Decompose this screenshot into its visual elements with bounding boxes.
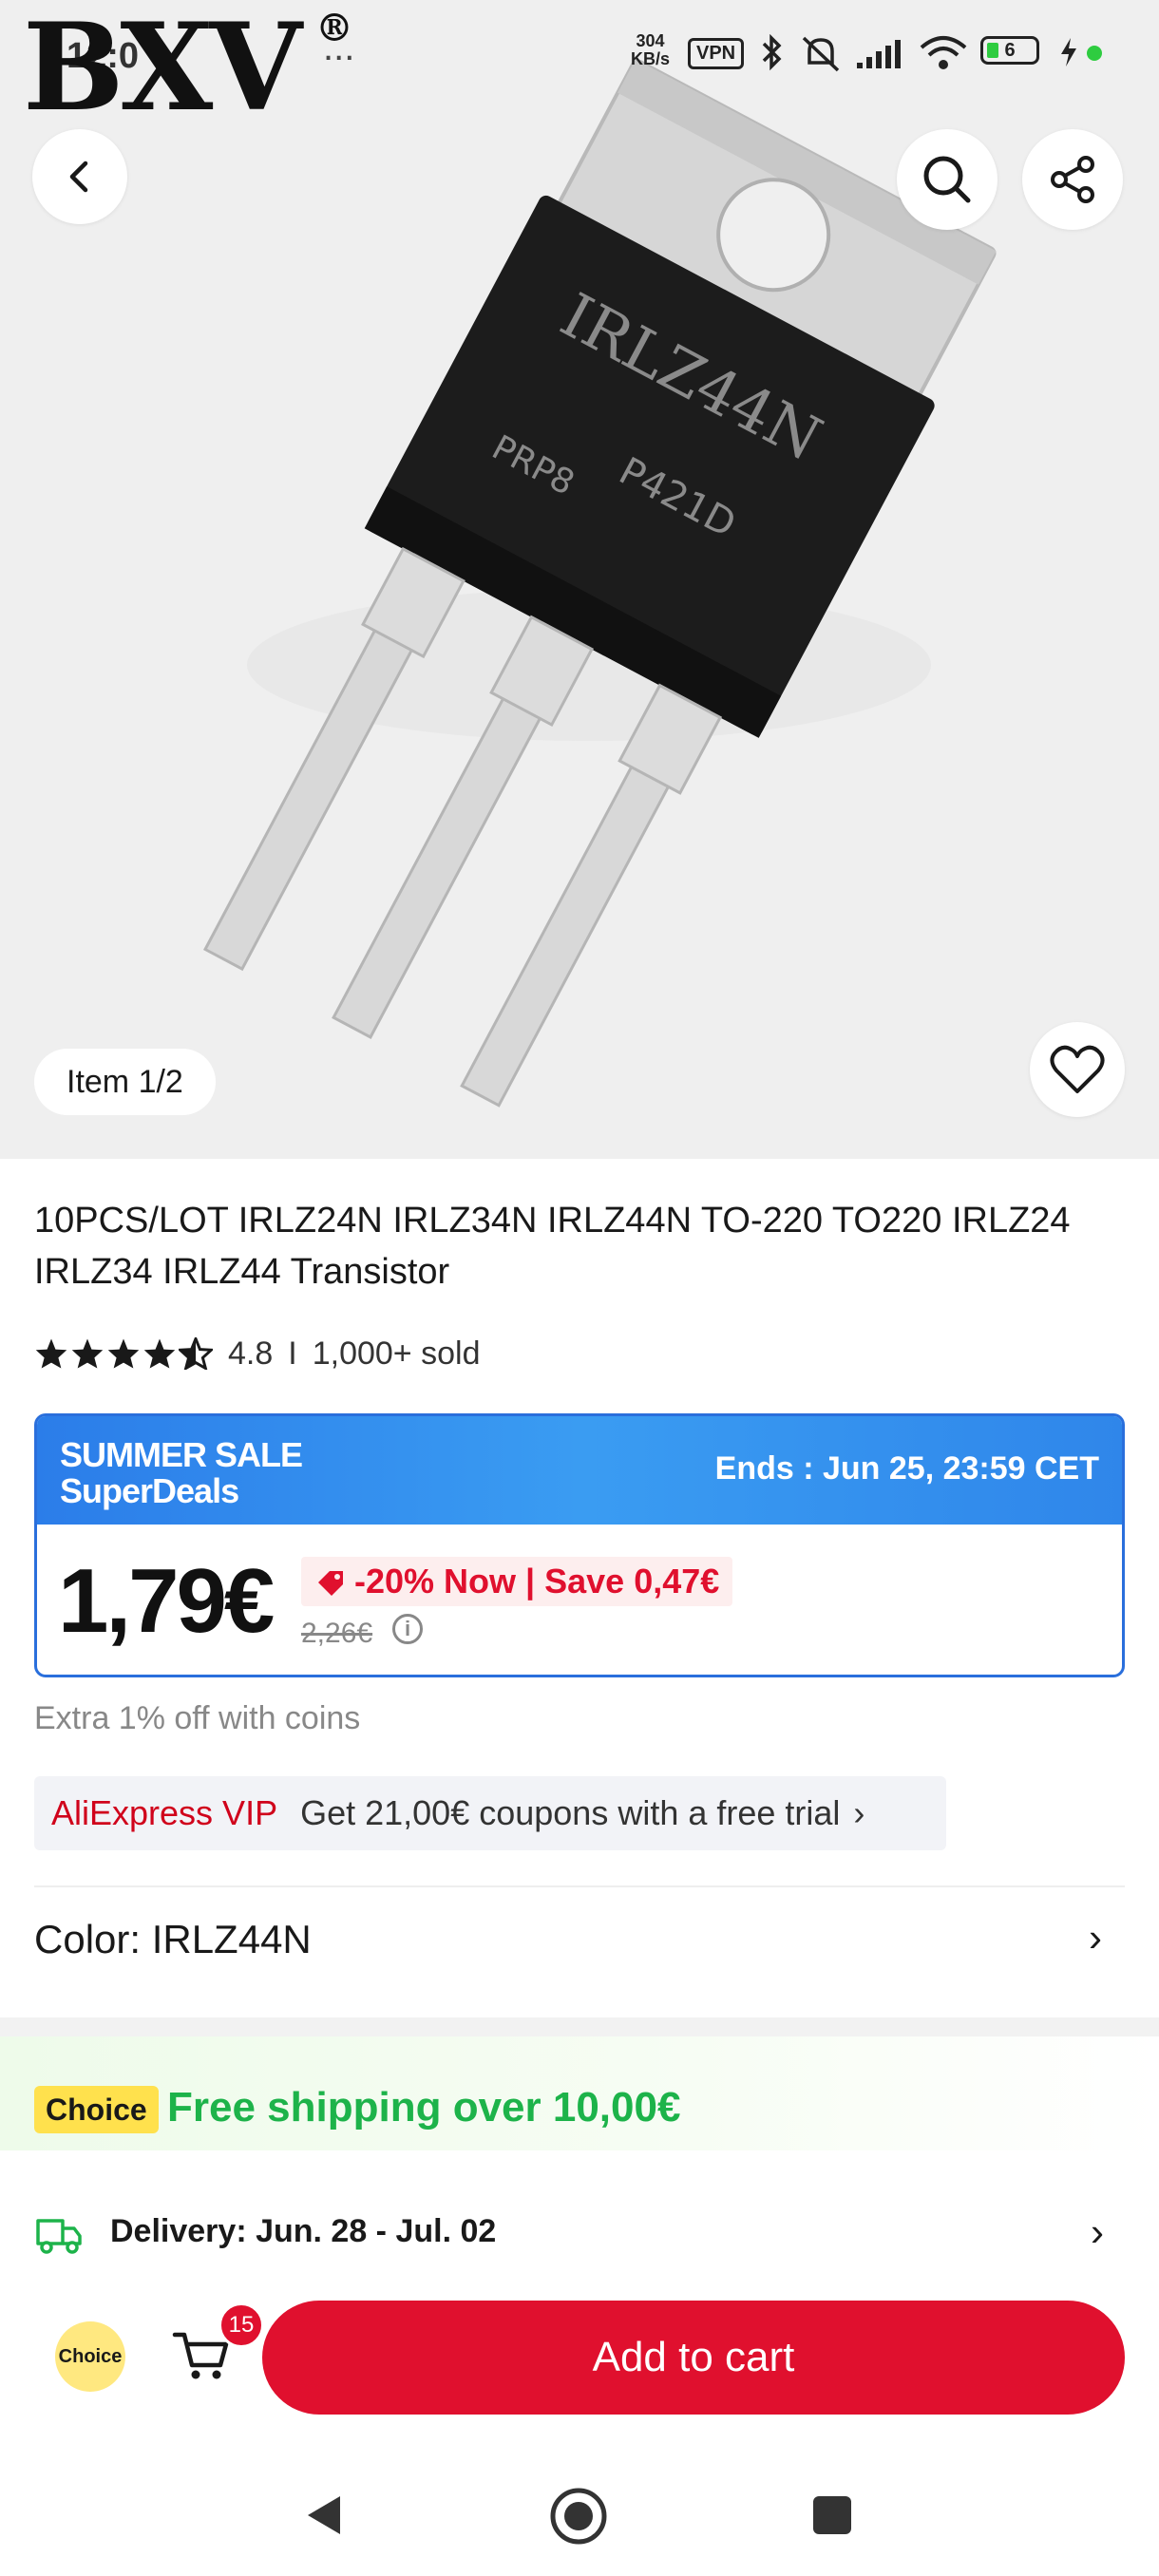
star-icon bbox=[107, 1338, 140, 1369]
nav-home-icon[interactable] bbox=[549, 2487, 608, 2546]
sale-subtitle: SuperDeals bbox=[60, 1471, 239, 1510]
color-selected-label: Color: IRLZ44N bbox=[34, 1917, 312, 1961]
color-selector-row[interactable]: Color: IRLZ44N › bbox=[0, 1896, 1159, 2010]
chevron-right-icon: › bbox=[1091, 2209, 1104, 2254]
section-spacer bbox=[0, 2017, 1159, 2036]
privacy-indicator-dot bbox=[1087, 46, 1102, 61]
search-button[interactable] bbox=[897, 129, 998, 230]
free-shipping-text: Free shipping over 10,00€ bbox=[167, 2084, 681, 2131]
vip-offer-text: Get 21,00€ coupons with a free trial bbox=[300, 1793, 841, 1832]
truck-icon bbox=[36, 2219, 82, 2254]
vip-coupon-banner[interactable]: AliExpress VIP Get 21,00€ coupons with a… bbox=[34, 1776, 946, 1850]
discount-badge: -20% Now | Save 0,47€ bbox=[301, 1557, 733, 1606]
current-price: 1,79€ bbox=[58, 1550, 275, 1652]
choice-tag: Choice bbox=[34, 2086, 159, 2133]
share-icon bbox=[1051, 156, 1094, 203]
search-icon bbox=[923, 156, 971, 203]
charging-bolt-icon bbox=[1061, 38, 1076, 66]
nav-back-icon[interactable] bbox=[298, 2489, 352, 2542]
superdeals-price-card[interactable]: SUMMER SALE SuperDeals Ends : Jun 25, 23… bbox=[34, 1413, 1125, 1677]
rating-row[interactable]: 4.8 I 1,000+ sold bbox=[34, 1330, 480, 1377]
chevron-right-icon: › bbox=[1089, 1915, 1102, 1960]
delivery-row[interactable]: Delivery: Jun. 28 - Jul. 02 › bbox=[0, 2185, 1159, 2283]
sale-end-time: Ends : Jun 25, 23:59 CET bbox=[714, 1450, 1099, 1487]
product-image-gallery[interactable]: IRLZ44N P421D PRP8 12:0 ... 304 KB/s VPN bbox=[0, 0, 1159, 1159]
brand-watermark-logo: BXV bbox=[23, 0, 302, 138]
star-half-icon bbox=[179, 1337, 213, 1370]
rating-separator: I bbox=[288, 1335, 297, 1372]
registered-mark: ® bbox=[315, 6, 353, 50]
network-speed: 304 KB/s bbox=[631, 31, 671, 68]
cart-count-badge: 15 bbox=[218, 2302, 264, 2348]
product-title: 10PCS/LOT IRLZ24N IRLZ34N IRLZ44N TO-220… bbox=[34, 1201, 1071, 1292]
original-price: 2,26€ bbox=[301, 1618, 373, 1649]
section-divider bbox=[34, 1885, 1125, 1887]
mute-bell-icon bbox=[802, 36, 840, 72]
sale-title: SUMMER SALE bbox=[60, 1435, 303, 1474]
nav-recent-icon[interactable] bbox=[809, 2492, 855, 2538]
wifi-icon bbox=[920, 36, 967, 69]
coins-offer-text: Extra 1% off with coins bbox=[34, 1700, 361, 1736]
choice-channel-button[interactable]: Choice bbox=[55, 2321, 125, 2392]
rating-stars bbox=[34, 1337, 213, 1370]
heart-icon bbox=[1050, 1045, 1105, 1093]
back-arrow-icon bbox=[69, 161, 88, 193]
share-button[interactable] bbox=[1022, 129, 1123, 230]
signal-icon bbox=[857, 40, 901, 68]
star-icon bbox=[143, 1338, 176, 1369]
star-icon bbox=[35, 1338, 67, 1369]
back-button[interactable] bbox=[32, 129, 127, 224]
summer-sale-banner: SUMMER SALE SuperDeals Ends : Jun 25, 23… bbox=[37, 1416, 1122, 1525]
vpn-badge: VPN bbox=[688, 38, 745, 69]
gallery-item-counter: Item 1/2 bbox=[34, 1049, 216, 1115]
rating-value: 4.8 bbox=[228, 1335, 274, 1372]
wishlist-button[interactable] bbox=[1030, 1022, 1125, 1117]
sold-count: 1,000+ sold bbox=[312, 1335, 481, 1372]
star-icon bbox=[71, 1338, 104, 1369]
price-info-icon[interactable]: i bbox=[392, 1614, 423, 1644]
bluetooth-icon bbox=[762, 34, 782, 71]
battery-indicator: 6 bbox=[980, 36, 1039, 65]
price-tag-icon bbox=[318, 1571, 343, 1596]
delivery-date: Delivery: Jun. 28 - Jul. 02 bbox=[110, 2213, 497, 2249]
add-to-cart-button[interactable]: Add to cart bbox=[262, 2301, 1125, 2415]
system-navigation-bar bbox=[0, 2460, 1159, 2576]
chevron-right-icon: › bbox=[853, 1793, 865, 1832]
aliexpress-vip-logo: AliExpress VIP bbox=[51, 1793, 278, 1832]
